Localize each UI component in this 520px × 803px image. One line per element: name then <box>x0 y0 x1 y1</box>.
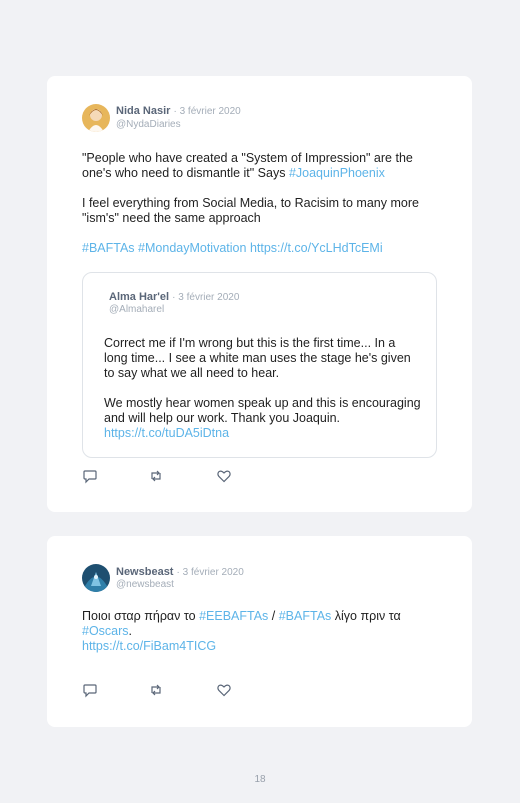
tweet-body: Ποιοι σταρ πήραν το #EEBAFTAs / #BAFTAs … <box>82 609 442 654</box>
tweet-paragraph-1: "People who have created a "System of Im… <box>82 151 442 181</box>
hashtag-link[interactable]: #EEBAFTAs <box>199 609 268 623</box>
hashtag-link[interactable]: #BAFTAs <box>82 241 135 255</box>
avatar-newsbeast[interactable] <box>82 564 110 592</box>
tweet-actions <box>82 682 232 698</box>
tweet-card-1: Nida Nasir · 3 février 2020 @NydaDiaries… <box>47 76 472 512</box>
retweet-icon[interactable] <box>148 682 164 698</box>
author-handle[interactable]: @NydaDiaries <box>116 119 181 130</box>
tweet-text: I feel everything from Social Media, to … <box>82 196 419 225</box>
quote-date: · 3 février 2020 <box>172 292 240 303</box>
tweet-paragraph-2: I feel everything from Social Media, to … <box>82 196 442 226</box>
tweet-paragraph-3: #BAFTAs #MondayMotivation https://t.co/Y… <box>82 241 442 256</box>
quote-text: Correct me if I'm wrong but this is the … <box>104 336 411 380</box>
hashtag-link[interactable]: #MondayMotivation <box>138 241 246 255</box>
url-link[interactable]: https://t.co/tuDA5iDtna <box>104 426 229 440</box>
url-link[interactable]: https://t.co/YcLHdTcEMi <box>250 241 383 255</box>
author-handle[interactable]: @newsbeast <box>116 579 174 590</box>
tweet-text: / <box>268 609 279 623</box>
quote-author-handle[interactable]: @Almaharel <box>109 304 164 315</box>
hashtag-link[interactable]: #Oscars <box>82 624 129 638</box>
reply-icon[interactable] <box>82 468 98 484</box>
tweet-paragraph-1: Ποιοι σταρ πήραν το #EEBAFTAs / #BAFTAs … <box>82 609 442 654</box>
quote-author-name-text[interactable]: Alma Har'el <box>109 291 169 303</box>
quote-paragraph-1: Correct me if I'm wrong but this is the … <box>104 336 422 381</box>
avatar-nida-nasir[interactable] <box>82 104 110 132</box>
quote-text: We mostly hear women speak up and this i… <box>104 396 421 425</box>
hashtag-link[interactable]: #BAFTAs <box>279 609 332 623</box>
tweet-body: "People who have created a "System of Im… <box>82 151 442 256</box>
url-link[interactable]: https://t.co/FiBam4TICG <box>82 639 216 653</box>
author-name-text[interactable]: Nida Nasir <box>116 105 170 117</box>
tweet-date: · 3 février 2020 <box>173 106 241 117</box>
tweet-card-2: Newsbeast · 3 février 2020 @newsbeast Πο… <box>47 536 472 727</box>
tweet-text: . <box>128 624 133 638</box>
tweet-actions <box>82 468 232 484</box>
page-number: 18 <box>254 774 266 785</box>
author-name[interactable]: Nida Nasir · 3 février 2020 <box>116 105 241 117</box>
quote-paragraph-2: We mostly hear women speak up and this i… <box>104 396 422 441</box>
author-name[interactable]: Newsbeast · 3 février 2020 <box>116 566 244 578</box>
like-icon[interactable] <box>216 682 232 698</box>
quote-author-name[interactable]: Alma Har'el · 3 février 2020 <box>109 291 239 303</box>
quoted-tweet[interactable]: Alma Har'el · 3 février 2020 @Almaharel … <box>82 272 437 458</box>
reply-icon[interactable] <box>82 682 98 698</box>
tweet-text: Ποιοι σταρ πήραν το <box>82 609 200 623</box>
retweet-icon[interactable] <box>148 468 164 484</box>
author-name-text[interactable]: Newsbeast <box>116 566 173 578</box>
tweet-text: λίγο πριν τα <box>331 609 401 623</box>
hashtag-link[interactable]: #JoaquinPhoenix <box>289 166 385 180</box>
like-icon[interactable] <box>216 468 232 484</box>
tweet-date: · 3 février 2020 <box>176 567 244 578</box>
quote-body: Correct me if I'm wrong but this is the … <box>104 336 422 441</box>
